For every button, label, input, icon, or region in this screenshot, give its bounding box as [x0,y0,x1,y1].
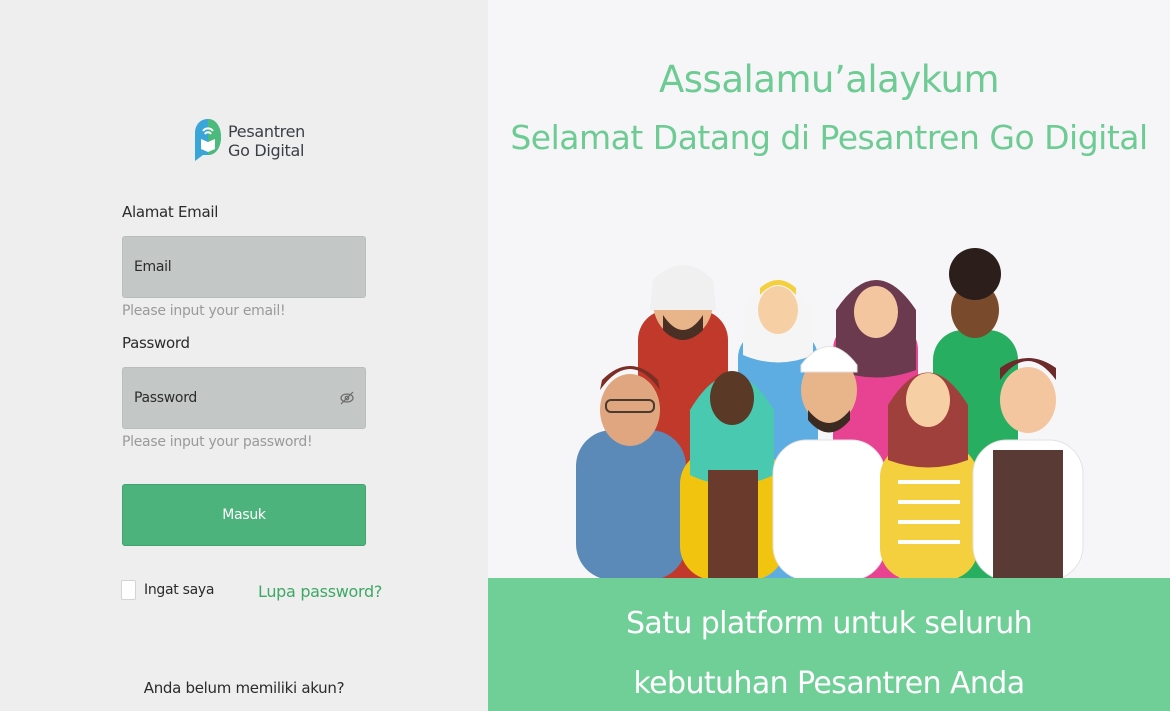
welcome-panel: Assalamu’alaykum Selamat Datang di Pesan… [488,0,1170,711]
password-input[interactable]: Password [122,367,366,429]
figure-front-4 [880,372,978,580]
email-hint: Please input your email! [122,303,286,319]
community-illustration [576,248,1084,580]
email-placeholder: Email [134,259,172,275]
brand-line1: Pesantren [228,122,305,141]
tagline-banner: Satu platform untuk seluruh kebutuhan Pe… [488,578,1170,711]
brand-name: Pesantren Go Digital [228,122,305,160]
remember-checkbox[interactable] [121,580,136,600]
welcome-title: Selamat Datang di Pesantren Go Digital [510,118,1148,157]
email-input[interactable]: Email [122,236,366,298]
signup-prompt: Anda belum memiliki akun? [143,679,345,697]
pesantren-logo-icon [195,119,221,161]
email-label: Alamat Email [122,203,219,221]
eye-off-icon[interactable] [339,390,355,410]
password-placeholder: Password [134,390,197,406]
login-button[interactable]: Masuk [122,484,366,546]
tagline-line1: Satu platform untuk seluruh [625,606,1033,641]
password-hint: Please input your password! [122,434,313,450]
brand-logo: Pesantren Go Digital [194,117,305,165]
forgot-password-link[interactable]: Lupa password? [258,582,382,601]
remember-me[interactable]: Ingat saya [121,580,214,600]
remember-label: Ingat saya [144,582,215,598]
login-panel: Pesantren Go Digital Alamat Email Email … [0,0,488,711]
password-label: Password [122,334,190,352]
tagline-line2: kebutuhan Pesantren Anda [633,666,1025,701]
brand-line2: Go Digital [228,141,305,160]
greeting-text: Assalamu’alaykum [658,58,1000,101]
